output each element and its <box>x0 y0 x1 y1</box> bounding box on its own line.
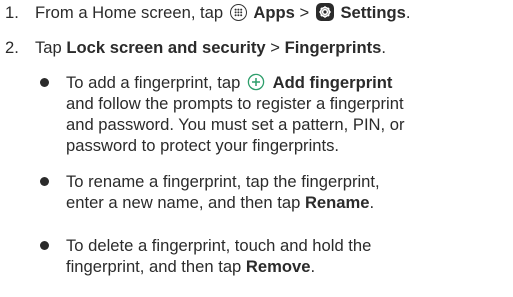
bullet-dot <box>40 78 49 87</box>
step-lead: From a Home screen, tap <box>35 3 224 22</box>
bullet-text: To delete a fingerprint, touch and hold … <box>66 235 506 277</box>
settings-label: Settings <box>340 3 406 22</box>
separator: > <box>299 3 310 22</box>
period: . <box>369 193 375 212</box>
bullet-line: enter a new name, and then tap Rename. <box>66 192 506 213</box>
instructions-document: 1. From a Home screen, tap Apps > Settin… <box>0 0 513 297</box>
bullet-line: and password. You must set a pattern, PI… <box>66 115 405 134</box>
bullet-text: To add a fingerprint, tap Add fingerprin… <box>66 72 506 156</box>
step-text: Tap Lock screen and security > Fingerpri… <box>35 37 386 58</box>
bullet-line: To delete a fingerprint, touch and hold … <box>66 236 372 255</box>
separator: > <box>270 38 280 57</box>
bullet-dot <box>40 177 49 186</box>
bullet-dot <box>40 241 49 250</box>
bullet-line: To add a fingerprint, tap Add fingerprin… <box>66 72 506 93</box>
bullet-line: To rename a fingerprint, tap the fingerp… <box>66 172 380 191</box>
period: . <box>310 257 316 276</box>
step-number: 2. <box>5 38 19 57</box>
bullet-text-segment: fingerprint, and then tap <box>66 257 242 276</box>
bullet-text-segment: To add a fingerprint, tap <box>66 73 241 92</box>
fingerprints-label: Fingerprints <box>284 38 382 57</box>
apps-label: Apps <box>253 3 295 22</box>
add-circle-icon <box>247 73 265 91</box>
period: . <box>381 38 386 57</box>
bullet-text: To rename a fingerprint, tap the fingerp… <box>66 171 506 213</box>
period: . <box>405 3 411 22</box>
bullet-line: and follow the prompts to register a fin… <box>66 94 404 113</box>
rename-label: Rename <box>304 193 370 212</box>
apps-icon <box>229 4 247 21</box>
step-text: From a Home screen, tap Apps > Settings. <box>35 2 411 23</box>
lock-screen-label: Lock screen and security <box>66 38 266 57</box>
bullet-text-segment: enter a new name, and then tap <box>66 193 301 212</box>
bullet-line: fingerprint, and then tap Remove. <box>66 256 506 277</box>
settings-icon <box>315 3 334 21</box>
step-lead: Tap <box>35 38 62 57</box>
remove-label: Remove <box>245 257 311 276</box>
step-number: 1. <box>5 3 19 22</box>
add-fingerprint-label: Add fingerprint <box>272 73 393 92</box>
bullet-line: password to protect your fingerprints. <box>66 136 340 155</box>
